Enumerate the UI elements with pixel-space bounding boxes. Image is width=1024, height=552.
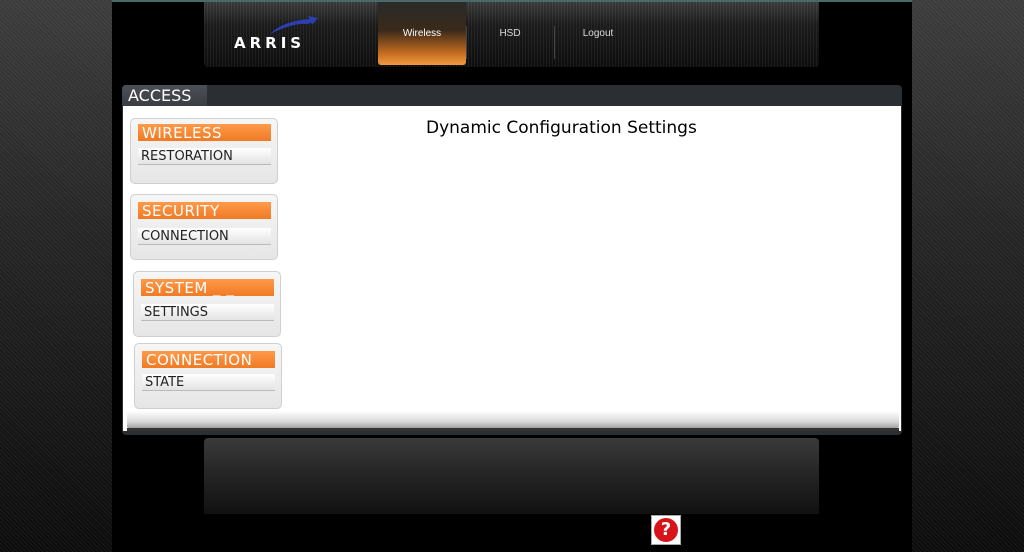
footer-bar	[204, 438, 819, 514]
arris-logo[interactable]: ARRIS	[234, 16, 324, 56]
menu-system-settings[interactable]: SYSTEM _ _ SETTINGS	[133, 271, 281, 337]
menu-heading: CONNECTION	[142, 351, 275, 368]
menu-heading: WIRELESS	[138, 124, 271, 141]
nav-tab-hsd[interactable]: HSD	[467, 2, 553, 65]
top-header: ARRIS Wireless HSD Logout	[204, 2, 819, 67]
content-bottom-bar	[127, 411, 899, 429]
content-area: Dynamic Configuration Settings WIRELESS …	[123, 106, 901, 431]
nav-tab-logout[interactable]: Logout	[555, 2, 641, 65]
question-mark-icon: ?	[654, 518, 678, 542]
menu-item-label: STATE	[142, 374, 275, 391]
menu-item-label: RESTORATION	[138, 148, 271, 165]
page-title: Dynamic Configuration Settings	[426, 118, 697, 138]
help-button[interactable]: ?	[651, 515, 681, 545]
nav-tab-wireless[interactable]: Wireless	[378, 2, 466, 65]
menu-heading: SECURITY	[138, 202, 271, 219]
right-background-pattern	[912, 0, 1024, 552]
menu-item-label: CONNECTION	[138, 228, 271, 245]
menu-heading: SYSTEM _ _	[141, 279, 274, 296]
access-panel: ACCESS Dynamic Configuration Settings WI…	[122, 85, 902, 435]
menu-wireless-restoration[interactable]: WIRELESS RESTORATION	[130, 118, 278, 184]
menu-connection-state[interactable]: CONNECTION STATE	[134, 343, 282, 409]
menu-item-label: SETTINGS	[141, 304, 274, 321]
content-bottom-edge	[127, 428, 899, 431]
logo-text: ARRIS	[234, 34, 306, 52]
panel-tab-access[interactable]: ACCESS	[122, 85, 207, 106]
left-background-pattern	[0, 0, 112, 552]
logo-swoosh-icon	[270, 16, 318, 34]
menu-security-connection[interactable]: SECURITY CONNECTION	[130, 194, 278, 260]
